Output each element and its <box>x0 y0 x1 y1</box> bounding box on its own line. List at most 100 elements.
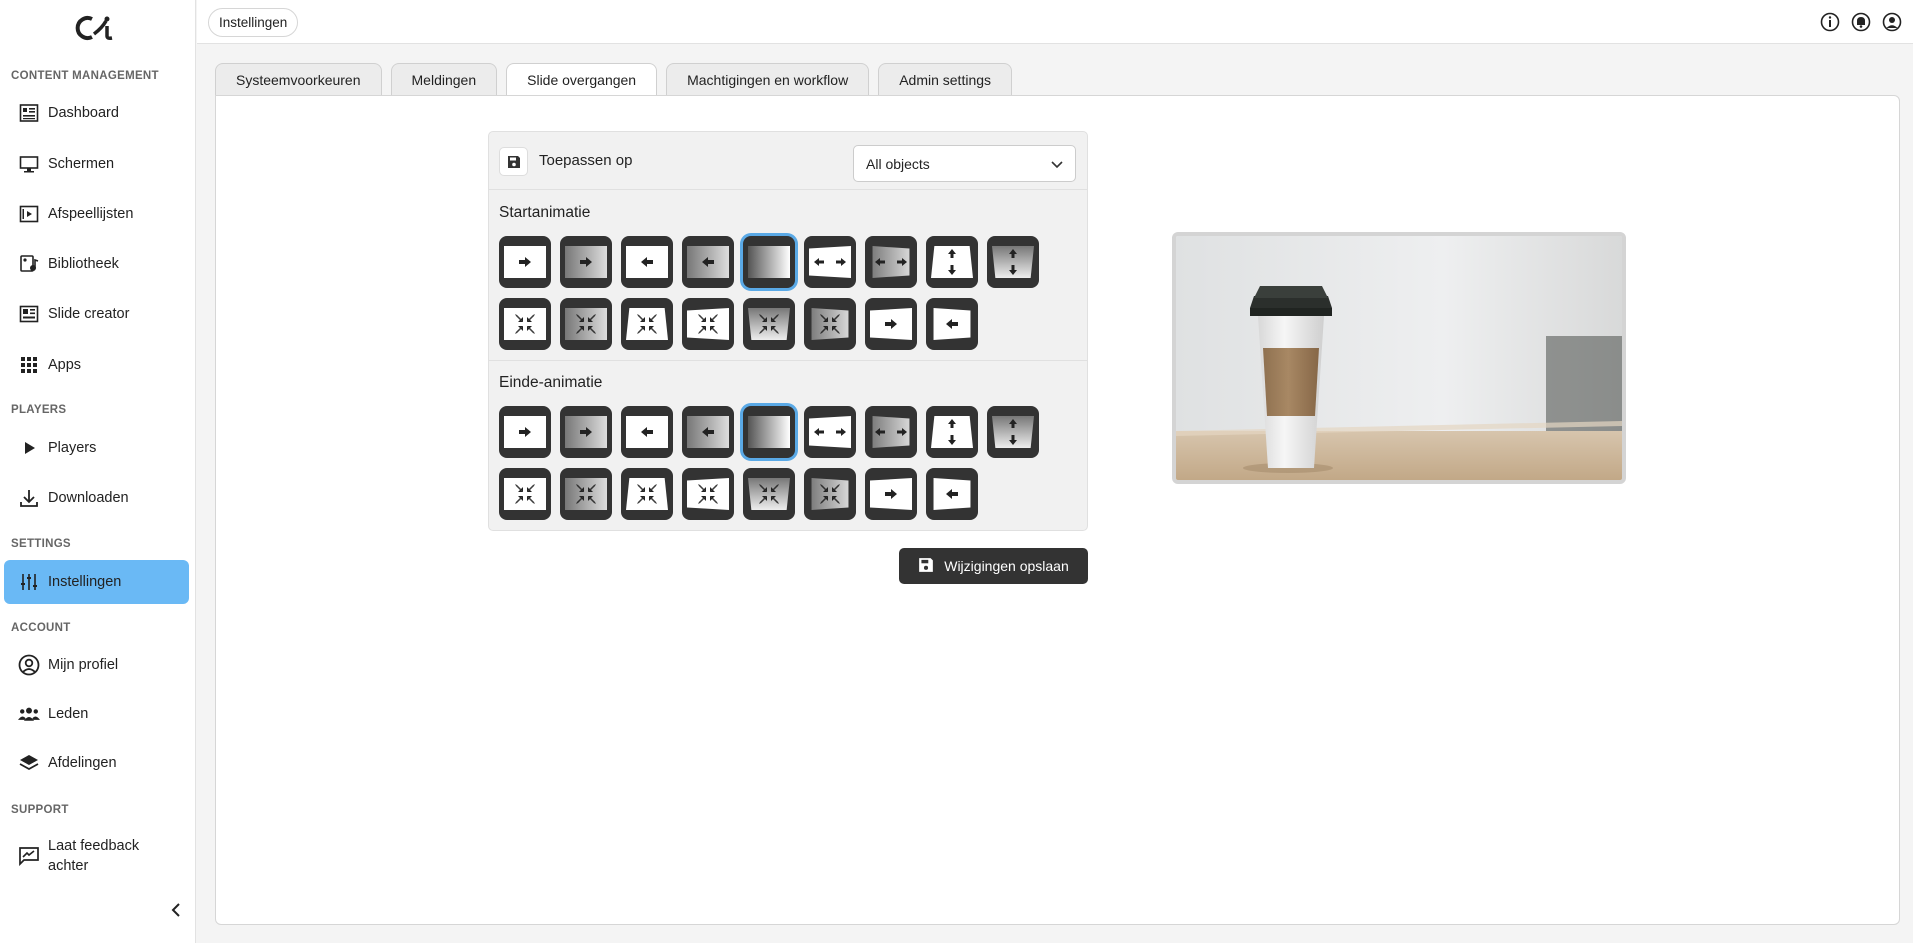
end-animation-option-7[interactable] <box>865 406 917 458</box>
save-icon[interactable] <box>499 147 528 176</box>
sidebar-item-leden[interactable]: Leden <box>4 692 189 736</box>
bell-icon[interactable] <box>1850 11 1872 33</box>
sidebar-item-label: Players <box>48 440 97 456</box>
end-animation-option-6[interactable] <box>804 406 856 458</box>
transition-preview-icon <box>933 308 971 340</box>
sidebar-item-instellingen[interactable]: Instellingen <box>4 560 189 604</box>
transition-preview-icon <box>748 416 790 448</box>
info-icon[interactable] <box>1819 11 1841 33</box>
apply-to-select[interactable]: All objects <box>853 145 1076 182</box>
start-animation-option-10[interactable] <box>499 298 551 350</box>
play-icon <box>18 437 40 459</box>
sidebar-item-schermen[interactable]: Schermen <box>4 142 189 186</box>
layers-icon <box>18 752 40 774</box>
tab-machtigingen[interactable]: Machtigingen en workflow <box>666 63 870 95</box>
apply-to-label: Toepassen op <box>539 152 633 169</box>
sidebar-item-slide-creator[interactable]: Slide creator <box>4 292 189 336</box>
end-animation-option-5[interactable] <box>743 406 795 458</box>
end-animation-option-8[interactable] <box>926 406 978 458</box>
end-animation-option-1[interactable] <box>499 406 551 458</box>
start-animation-option-2[interactable] <box>560 236 612 288</box>
start-animation-option-8[interactable] <box>926 236 978 288</box>
start-animation-option-14[interactable] <box>743 298 795 350</box>
sidebar-item-label: Bibliotheek <box>48 256 119 272</box>
sidebar-item-afspeellijsten[interactable]: Afspeellijsten <box>4 192 189 236</box>
sidebar-item-bibliotheek[interactable]: Bibliotheek <box>4 242 189 286</box>
sidebar-item-downloaden[interactable]: Downloaden <box>4 476 189 520</box>
end-animation-option-4[interactable] <box>682 406 734 458</box>
start-animation-label: Startanimatie <box>499 204 591 221</box>
save-changes-button[interactable]: Wijzigingen opslaan <box>899 548 1088 584</box>
app-logo-icon[interactable] <box>72 14 120 42</box>
end-animation-option-13[interactable] <box>682 468 734 520</box>
users-icon <box>18 703 40 725</box>
section-title-account: ACCOUNT <box>11 622 71 634</box>
sidebar-item-label: Instellingen <box>48 574 122 590</box>
start-animation-option-16[interactable] <box>865 298 917 350</box>
slide-creator-icon <box>18 303 40 325</box>
sidebar-item-players[interactable]: Players <box>4 426 189 470</box>
start-animation-option-17[interactable] <box>926 298 978 350</box>
transition-preview-icon <box>504 308 546 340</box>
save-icon <box>918 557 934 576</box>
end-animation-option-17[interactable] <box>926 468 978 520</box>
sidebar-item-label: Leden <box>48 706 89 722</box>
collapse-sidebar-icon[interactable] <box>168 900 184 920</box>
start-animation-option-3[interactable] <box>621 236 673 288</box>
start-animation-option-5[interactable] <box>743 236 795 288</box>
start-animation-option-12[interactable] <box>621 298 673 350</box>
transition-preview-icon <box>870 478 912 510</box>
transition-preview-icon <box>565 246 607 278</box>
end-animation-option-9[interactable] <box>987 406 1039 458</box>
tab-admin-settings[interactable]: Admin settings <box>878 63 1013 95</box>
start-animation-option-11[interactable] <box>560 298 612 350</box>
section-title-support: SUPPORT <box>11 804 69 816</box>
tab-systeemvoorkeuren[interactable]: Systeemvoorkeuren <box>215 63 382 95</box>
start-animation-option-1[interactable] <box>499 236 551 288</box>
sidebar-item-mijn-profiel[interactable]: Mijn profiel <box>4 643 189 687</box>
start-animation-grid <box>499 236 1039 350</box>
end-animation-option-12[interactable] <box>621 468 673 520</box>
end-animation-option-15[interactable] <box>804 468 856 520</box>
sidebar-item-feedback[interactable]: Laat feedback achter <box>4 832 164 880</box>
end-animation-option-3[interactable] <box>621 406 673 458</box>
transition-preview-icon <box>565 308 607 340</box>
start-animation-option-7[interactable] <box>865 236 917 288</box>
end-animation-option-10[interactable] <box>499 468 551 520</box>
transition-preview-icon <box>931 246 973 278</box>
start-animation-option-6[interactable] <box>804 236 856 288</box>
end-animation-option-16[interactable] <box>865 468 917 520</box>
sidebar-item-label: Afspeellijsten <box>48 206 134 222</box>
start-animation-option-15[interactable] <box>804 298 856 350</box>
transition-preview-icon <box>687 478 729 510</box>
user-circle-icon <box>18 654 40 676</box>
end-animation-option-14[interactable] <box>743 468 795 520</box>
transition-preview-icon <box>872 416 910 448</box>
start-animation-option-9[interactable] <box>987 236 1039 288</box>
end-animation-option-11[interactable] <box>560 468 612 520</box>
end-animation-grid <box>499 406 1039 520</box>
transition-preview-icon <box>872 246 910 278</box>
feedback-icon <box>18 845 40 867</box>
sidebar-item-apps[interactable]: Apps <box>4 343 189 387</box>
end-animation-option-2[interactable] <box>560 406 612 458</box>
account-icon[interactable] <box>1881 11 1903 33</box>
transition-preview-icon <box>992 246 1034 278</box>
transition-preview-icon <box>809 246 851 278</box>
transition-preview-icon <box>748 246 790 278</box>
start-animation-option-13[interactable] <box>682 298 734 350</box>
sidebar-item-dashboard[interactable]: Dashboard <box>4 91 189 135</box>
dashboard-icon <box>18 102 40 124</box>
tab-meldingen[interactable]: Meldingen <box>390 63 498 95</box>
transition-preview-icon <box>748 308 790 340</box>
divider <box>489 360 1087 361</box>
transition-preview-icon <box>504 478 546 510</box>
apply-to-value: All objects <box>866 155 930 172</box>
start-animation-option-4[interactable] <box>682 236 734 288</box>
sidebar-item-afdelingen[interactable]: Afdelingen <box>4 741 189 785</box>
breadcrumb[interactable]: Instellingen <box>208 8 299 37</box>
tab-slide-overgangen[interactable]: Slide overgangen <box>506 63 658 95</box>
section-title-content: CONTENT MANAGEMENT <box>11 70 159 82</box>
transition-preview-icon <box>626 246 668 278</box>
transition-preview-image <box>1172 232 1626 484</box>
